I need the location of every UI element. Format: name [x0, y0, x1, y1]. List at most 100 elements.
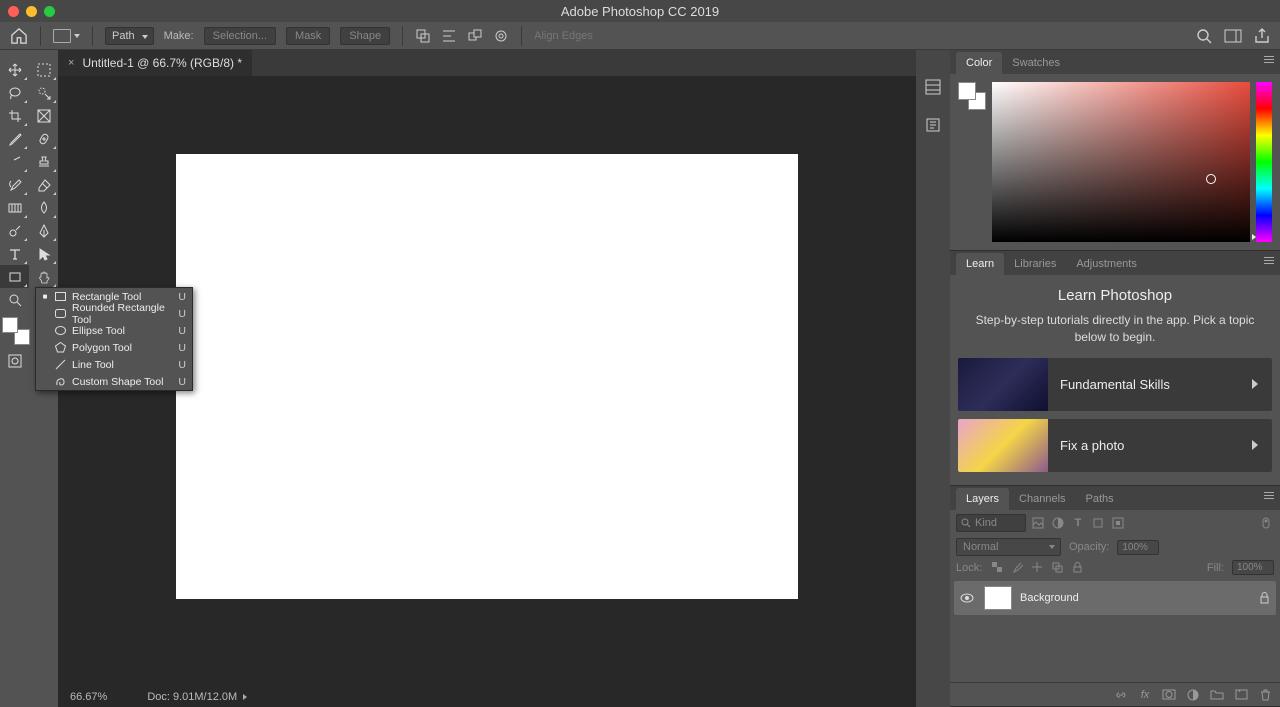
- learn-tab[interactable]: Learn: [956, 253, 1004, 275]
- layer-name[interactable]: Background: [1020, 592, 1251, 604]
- move-tool[interactable]: [0, 58, 29, 81]
- lock-icon[interactable]: [1259, 592, 1270, 604]
- libraries-tab[interactable]: Libraries: [1004, 253, 1066, 275]
- layer-filter-select[interactable]: Kind: [956, 514, 1026, 532]
- frame-tool[interactable]: [29, 104, 58, 127]
- path-alignment-icon[interactable]: [441, 28, 457, 44]
- workspace-icon[interactable]: [1224, 29, 1242, 43]
- flyout-line-tool[interactable]: Line Tool U: [36, 356, 192, 373]
- swatches-tab[interactable]: Swatches: [1002, 52, 1070, 74]
- panel-menu-icon[interactable]: [1264, 56, 1274, 63]
- path-select-tool[interactable]: [29, 242, 58, 265]
- layer-thumbnail[interactable]: [984, 586, 1012, 610]
- make-shape-button[interactable]: Shape: [340, 27, 390, 45]
- new-group-icon[interactable]: [1210, 688, 1224, 702]
- flyout-custom-shape-tool[interactable]: Custom Shape Tool U: [36, 373, 192, 390]
- adjustment-layer-icon[interactable]: [1186, 688, 1200, 702]
- layer-style-icon[interactable]: fx: [1138, 688, 1152, 702]
- crop-tool[interactable]: [0, 104, 29, 127]
- blend-mode-select[interactable]: Normal: [956, 538, 1061, 556]
- gradient-tool[interactable]: [0, 196, 29, 219]
- learn-panel-group: Learn Libraries Adjustments Learn Photos…: [950, 251, 1280, 486]
- new-layer-icon[interactable]: [1234, 688, 1248, 702]
- delete-layer-icon[interactable]: [1258, 688, 1272, 702]
- zoom-tool[interactable]: [0, 288, 29, 311]
- home-button[interactable]: [10, 28, 28, 44]
- filter-toggle-icon[interactable]: [1258, 515, 1274, 531]
- doc-info[interactable]: Doc: 9.01M/12.0M: [147, 691, 247, 703]
- filter-pixel-icon[interactable]: [1030, 515, 1046, 531]
- color-field[interactable]: [992, 82, 1250, 242]
- eyedropper-tool[interactable]: [0, 127, 29, 150]
- layers-tab[interactable]: Layers: [956, 488, 1009, 510]
- type-tool[interactable]: [0, 242, 29, 265]
- layer-item-background[interactable]: Background: [954, 581, 1276, 615]
- lasso-tool[interactable]: [0, 81, 29, 104]
- shape-tool[interactable]: [0, 265, 29, 288]
- pen-tool[interactable]: [29, 219, 58, 242]
- close-button[interactable]: [8, 6, 19, 17]
- lock-nesting-icon[interactable]: [1050, 561, 1064, 575]
- stamp-tool[interactable]: [29, 150, 58, 173]
- filter-smartobj-icon[interactable]: [1110, 515, 1126, 531]
- opacity-input[interactable]: 100%: [1117, 540, 1159, 555]
- color-tab[interactable]: Color: [956, 52, 1002, 74]
- eraser-tool[interactable]: [29, 173, 58, 196]
- visibility-icon[interactable]: [960, 593, 976, 603]
- lock-all-icon[interactable]: [1070, 561, 1084, 575]
- properties-panel-icon[interactable]: [924, 116, 942, 134]
- lock-position-icon[interactable]: [1030, 561, 1044, 575]
- flyout-polygon-tool[interactable]: Polygon Tool U: [36, 339, 192, 356]
- marquee-tool[interactable]: [29, 58, 58, 81]
- path-arrangement-icon[interactable]: [467, 28, 483, 44]
- link-layers-icon[interactable]: [1114, 688, 1128, 702]
- maximize-button[interactable]: [44, 6, 55, 17]
- status-bar: 66.67% Doc: 9.01M/12.0M: [58, 687, 916, 707]
- hue-slider[interactable]: [1256, 82, 1272, 242]
- hand-tool[interactable]: [29, 265, 58, 288]
- brush-tool[interactable]: [0, 150, 29, 173]
- chevron-right-icon: [1252, 440, 1258, 450]
- paths-tab[interactable]: Paths: [1076, 488, 1124, 510]
- make-selection-button[interactable]: Selection...: [204, 27, 276, 45]
- lock-image-icon[interactable]: [1010, 561, 1024, 575]
- align-edges-checkbox[interactable]: Align Edges: [534, 30, 593, 42]
- share-icon[interactable]: [1254, 28, 1270, 44]
- channels-tab[interactable]: Channels: [1009, 488, 1075, 510]
- flyout-ellipse-tool[interactable]: Ellipse Tool U: [36, 322, 192, 339]
- quick-select-tool[interactable]: [29, 81, 58, 104]
- blur-tool[interactable]: [29, 196, 58, 219]
- tool-preset-picker[interactable]: [53, 29, 80, 43]
- shape-mode-select[interactable]: Path: [105, 27, 154, 45]
- color-panel-fg-bg[interactable]: [958, 82, 986, 110]
- history-brush-tool[interactable]: [0, 173, 29, 196]
- fill-input[interactable]: 100%: [1232, 560, 1274, 575]
- make-label: Make:: [164, 30, 194, 42]
- dodge-tool[interactable]: [0, 219, 29, 242]
- minimize-button[interactable]: [26, 6, 37, 17]
- flyout-rounded-rectangle-tool[interactable]: Rounded Rectangle Tool U: [36, 305, 192, 322]
- zoom-level[interactable]: 66.67%: [70, 691, 107, 703]
- close-tab-icon[interactable]: ×: [68, 57, 74, 69]
- make-mask-button[interactable]: Mask: [286, 27, 330, 45]
- learn-card-fundamental[interactable]: Fundamental Skills: [958, 358, 1272, 411]
- healing-tool[interactable]: [29, 127, 58, 150]
- adjustments-tab[interactable]: Adjustments: [1066, 253, 1147, 275]
- panel-menu-icon[interactable]: [1264, 257, 1274, 264]
- filter-type-icon[interactable]: T: [1070, 515, 1086, 531]
- path-options-gear-icon[interactable]: [493, 28, 509, 44]
- document-tab-title: Untitled-1 @ 66.7% (RGB/8) *: [82, 56, 242, 70]
- panel-menu-icon[interactable]: [1264, 492, 1274, 499]
- filter-shape-icon[interactable]: [1090, 515, 1106, 531]
- path-operations-icon[interactable]: [415, 28, 431, 44]
- document-tab[interactable]: × Untitled-1 @ 66.7% (RGB/8) *: [58, 50, 252, 76]
- lock-transparency-icon[interactable]: [990, 561, 1004, 575]
- search-icon[interactable]: [1196, 28, 1212, 44]
- history-panel-icon[interactable]: [924, 78, 942, 96]
- layer-mask-icon[interactable]: [1162, 688, 1176, 702]
- learn-card-fix-photo[interactable]: Fix a photo: [958, 419, 1272, 472]
- foreground-background-colors[interactable]: [2, 317, 30, 345]
- canvas[interactable]: [176, 154, 798, 599]
- quick-mask-toggle[interactable]: [0, 349, 29, 372]
- filter-adjustment-icon[interactable]: [1050, 515, 1066, 531]
